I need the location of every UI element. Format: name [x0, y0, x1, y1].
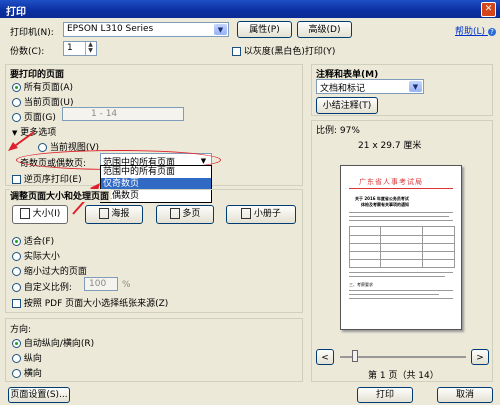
printer-label: 打印机(N): — [10, 28, 54, 38]
current-view-radio[interactable] — [38, 143, 47, 152]
landscape-option[interactable]: 横向 — [12, 366, 42, 379]
current-page-radio[interactable] — [12, 98, 21, 107]
orientation-heading: 方向: — [10, 325, 32, 335]
booklet-icon — [241, 208, 252, 219]
fit-label: 适合(F) — [23, 237, 55, 247]
multiple-tab-label: 多页 — [182, 209, 201, 219]
comments-select[interactable]: 文档和标记 ▼ — [316, 79, 424, 94]
auto-orientation-option[interactable]: 自动纵向/横向(R) — [12, 336, 94, 349]
red-arrow-annotation — [6, 130, 36, 152]
page-slider-track[interactable] — [340, 356, 466, 358]
print-button[interactable]: 打印 — [357, 387, 413, 403]
all-pages-radio[interactable] — [12, 83, 21, 92]
portrait-option[interactable]: 纵向 — [12, 351, 42, 364]
custom-scale-option[interactable]: 自定义比例: — [12, 280, 72, 293]
grayscale-label: 以灰度(黑白色)打印(Y) — [243, 47, 336, 57]
pdf-paper-source-option[interactable]: 按照 PDF 页面大小选择纸张来源(Z) — [12, 296, 168, 309]
preview-doc-title-2: 体检及考察有关事项的通知 — [361, 202, 409, 207]
pages-to-print-heading: 要打印的页面 — [10, 70, 65, 80]
all-pages-label: 所有页面(A) — [23, 83, 74, 93]
reverse-order-checkbox[interactable] — [12, 175, 21, 184]
next-page-button[interactable]: > — [471, 349, 489, 365]
page-indicator: 第 1 页（共 14） — [368, 371, 439, 381]
preview-doc-heading: 广东省人事考试局 — [359, 178, 423, 186]
pdf-paper-source-label: 按照 PDF 页面大小选择纸张来源(Z) — [23, 299, 169, 309]
pages-label: 页面(G) — [23, 113, 56, 123]
page-slider-thumb[interactable] — [352, 350, 358, 362]
paper-size: 21 x 29.7 厘米 — [358, 141, 422, 151]
actual-size-radio[interactable] — [12, 252, 21, 261]
advanced-button[interactable]: 高级(D) — [297, 21, 352, 38]
auto-orientation-label: 自动纵向/横向(R) — [23, 339, 95, 349]
help-link-label: 帮助(L) — [455, 27, 486, 37]
preview-page: 广东省人事考试局 关于 2016 年度省公务员考试 体检及考察有关事项的通知 三… — [340, 165, 462, 330]
copies-stepper[interactable]: 1 ▲ ▼ — [63, 41, 97, 56]
poster-tab-label: 海报 — [111, 209, 130, 219]
grayscale-option[interactable]: 以灰度(黑白色)打印(Y) — [232, 44, 335, 57]
printer-name: EPSON L310 Series — [67, 24, 154, 34]
fit-option[interactable]: 适合(F) — [12, 234, 54, 247]
pages-range-placeholder: 1 - 14 — [91, 109, 118, 119]
help-link[interactable]: 帮助(L) ? — [455, 24, 496, 37]
poster-tab[interactable]: 海报 — [85, 205, 143, 224]
preview-scale: 比例: 97% — [316, 126, 360, 136]
pages-range-input[interactable]: 1 - 14 — [62, 107, 184, 121]
size-tab-label: 大小(I) — [32, 209, 61, 219]
portrait-radio[interactable] — [12, 354, 21, 363]
prev-page-button[interactable]: < — [316, 349, 334, 365]
orientation-group — [5, 318, 303, 382]
custom-scale-label: 自定义比例: — [23, 283, 72, 293]
properties-button[interactable]: 属性(P) — [237, 21, 292, 38]
preview-red-rule — [349, 188, 453, 189]
summarize-comments-button[interactable]: 小结注释(T) — [316, 97, 378, 114]
comments-value: 文档和标记 — [320, 84, 366, 94]
spinner-arrows-icon[interactable]: ▲ ▼ — [85, 42, 95, 55]
poster-icon — [98, 208, 109, 219]
page-sizing-heading: 调整页面大小和处理页面 — [10, 189, 112, 202]
landscape-label: 横向 — [23, 369, 42, 379]
preview-table — [349, 226, 455, 268]
shrink-option[interactable]: 缩小过大的页面 — [12, 264, 87, 277]
landscape-radio[interactable] — [12, 369, 21, 378]
grayscale-checkbox[interactable] — [232, 47, 241, 56]
portrait-label: 纵向 — [23, 354, 42, 364]
copies-value: 1 — [67, 43, 73, 53]
multiple-tab[interactable]: 多页 — [156, 205, 214, 224]
custom-scale-value: 100 — [89, 279, 107, 289]
multiple-pages-icon — [169, 208, 180, 219]
booklet-tab-label: 小册子 — [253, 209, 281, 219]
actual-size-option[interactable]: 实际大小 — [12, 249, 60, 262]
preview-doc-section: 三、考察要求 — [349, 282, 373, 287]
custom-scale-input[interactable]: 100 — [84, 277, 118, 291]
page-setup-button[interactable]: 页面设置(S)... — [8, 387, 70, 403]
auto-orientation-radio[interactable] — [12, 339, 21, 348]
pages-option[interactable]: 页面(G) — [12, 110, 56, 123]
shrink-radio[interactable] — [12, 267, 21, 276]
booklet-tab[interactable]: 小册子 — [226, 205, 296, 224]
chevron-down-icon[interactable]: ▼ — [409, 81, 422, 92]
close-icon[interactable]: ✕ — [481, 2, 496, 17]
shrink-label: 缩小过大的页面 — [23, 267, 87, 277]
size-tab[interactable]: 大小(I) — [12, 205, 68, 224]
fit-radio[interactable] — [12, 237, 21, 246]
printer-select[interactable]: EPSON L310 Series ▼ — [63, 22, 229, 37]
percent-label: % — [122, 280, 131, 290]
custom-scale-radio[interactable] — [12, 283, 21, 292]
cancel-button[interactable]: 取消 — [437, 387, 493, 403]
window-title: 打印 — [6, 7, 26, 18]
title-bar: 打印 ✕ — [0, 0, 500, 18]
pages-radio[interactable] — [12, 113, 21, 122]
dropdown-option-all[interactable]: 范围中的所有页面 — [101, 166, 211, 178]
size-icon — [19, 208, 30, 219]
pdf-paper-source-checkbox[interactable] — [12, 299, 21, 308]
help-icon: ? — [487, 28, 496, 36]
chevron-down-icon[interactable]: ▼ — [214, 24, 227, 35]
actual-size-label: 实际大小 — [23, 252, 60, 262]
copies-label: 份数(C): — [10, 47, 45, 57]
all-pages-option[interactable]: 所有页面(A) — [12, 80, 73, 93]
